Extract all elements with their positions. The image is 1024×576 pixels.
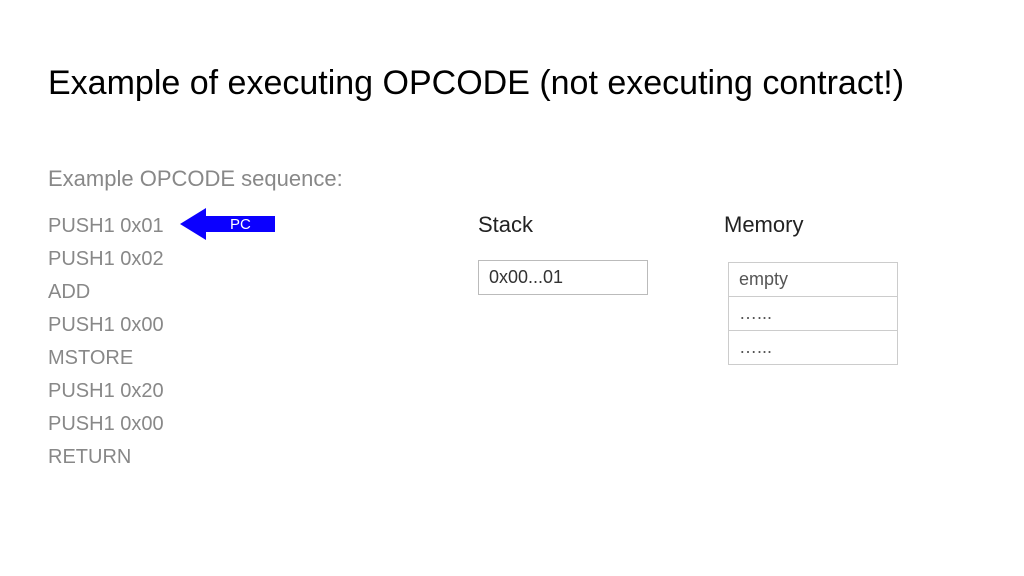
stack-heading: Stack — [478, 212, 533, 238]
opcode-sequence-subtitle: Example OPCODE sequence: — [48, 166, 343, 192]
pc-arrow-icon: PC — [180, 208, 275, 240]
opcode-line: PUSH1 0x01 — [48, 210, 164, 243]
opcode-line: ADD — [48, 276, 164, 309]
slide-title: Example of executing OPCODE (not executi… — [48, 62, 904, 105]
memory-heading: Memory — [724, 212, 803, 238]
pc-label: PC — [230, 216, 251, 233]
stack-cell: 0x00...01 — [479, 261, 647, 294]
opcode-line: PUSH1 0x20 — [48, 375, 164, 408]
memory-table: empty …... …... — [728, 262, 898, 365]
opcode-line: PUSH1 0x00 — [48, 309, 164, 342]
memory-cell: …... — [729, 331, 897, 364]
stack-table: 0x00...01 — [478, 260, 648, 295]
memory-cell: empty — [729, 263, 897, 297]
opcode-list: PUSH1 0x01 PUSH1 0x02 ADD PUSH1 0x00 MST… — [48, 210, 164, 474]
memory-cell: …... — [729, 297, 897, 331]
opcode-line: RETURN — [48, 441, 164, 474]
opcode-line: MSTORE — [48, 342, 164, 375]
opcode-line: PUSH1 0x02 — [48, 243, 164, 276]
opcode-line: PUSH1 0x00 — [48, 408, 164, 441]
